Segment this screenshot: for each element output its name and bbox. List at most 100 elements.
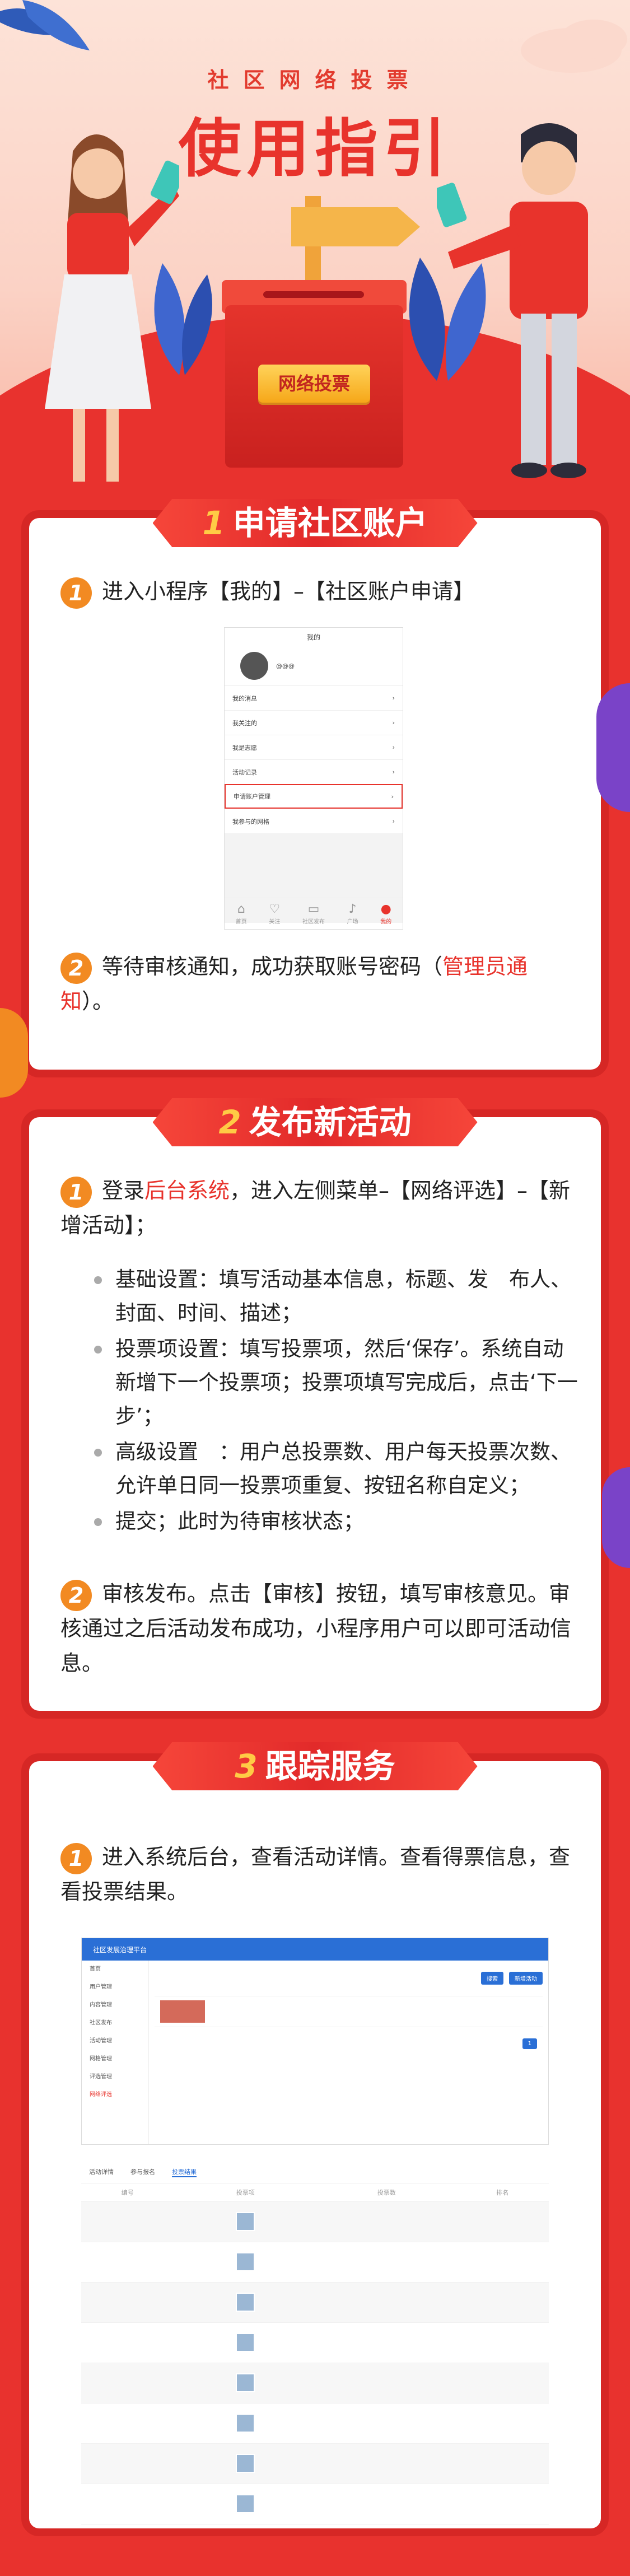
admin-sidebar: 首页 用户管理 内容管理 社区发布 活动管理 网格管理 评选管理 网络评选	[82, 1961, 149, 2144]
phone-title: 我的	[306, 633, 320, 641]
chevron-right-icon: ›	[392, 768, 395, 776]
sidebar-item[interactable]: 首页	[82, 1961, 148, 1978]
music-icon: ♪	[348, 902, 357, 916]
page-button[interactable]: 1	[522, 2038, 537, 2049]
vote-results-screenshot: 活动详情 参与报名 投票结果 编号 投票项 投票数 排名	[81, 2156, 549, 2559]
tab-results[interactable]: 投票结果	[172, 2167, 197, 2177]
table-row	[81, 2484, 549, 2524]
hero-banner: 社区网络投票 使用指引 网络投票	[0, 0, 630, 482]
step-1: 1 登录后台系统，进入左侧菜单–【网络评选】–【新增活动】；	[60, 1173, 576, 1243]
ballot-box-slot	[263, 291, 364, 298]
option-thumbnail	[236, 2454, 255, 2473]
results-table: 编号 投票项 投票数 排名	[81, 2183, 549, 2524]
hero-subtitle: 社区网络投票	[207, 67, 423, 92]
list-item: 投票项设置：填写投票项，然后‘保存’。系统自动新增下一个投票项；投票项填写完成后…	[91, 1332, 584, 1433]
heart-icon: ♡	[269, 902, 281, 916]
option-thumbnail	[236, 2293, 255, 2312]
profile-name: @@@	[276, 662, 295, 670]
setup-list: 基础设置：填写活动基本信息，标题、发 布人、封面、时间、描述； 投票项设置：填写…	[91, 1263, 584, 1541]
step-2: 2 等待审核通知，成功获取账号密码（管理员通知）。	[60, 949, 576, 1019]
table-row	[81, 2201, 549, 2242]
leaf-decoration-icon	[0, 0, 90, 50]
chevron-right-icon: ›	[392, 744, 395, 751]
tab-bar: ⌂ 首页 ♡ 关注 ▭ 社区发布 ♪ 广场 ● 我的	[225, 898, 403, 929]
chevron-right-icon: ›	[392, 818, 395, 825]
admin-toolbar: 搜索 新增活动	[155, 1966, 543, 1996]
table-row	[81, 2443, 549, 2484]
table-row	[81, 2242, 549, 2283]
chevron-right-icon: ›	[392, 694, 395, 702]
admin-screenshot: 社区发展治理平台 首页 用户管理 内容管理 社区发布 活动管理 网格管理 评选管…	[81, 1938, 549, 2145]
publish-icon: ▭	[307, 902, 320, 916]
step-text: 进入系统后台，查看活动详情。查看得票信息，查看投票结果。	[60, 1845, 571, 1904]
avatar	[240, 652, 268, 680]
tab-mine[interactable]: ● 我的	[380, 902, 391, 925]
side-decoration	[602, 1467, 630, 1568]
option-thumbnail	[236, 2212, 255, 2231]
option-thumbnail	[236, 2252, 255, 2271]
results-tabs: 活动详情 参与报名 投票结果	[81, 2156, 549, 2183]
sidebar-item[interactable]: 网格管理	[82, 2050, 148, 2068]
menu-item[interactable]: 我的消息 ›	[225, 685, 403, 710]
step-number: 2	[60, 952, 92, 984]
section-publish-activity: 2 发布新活动 1 登录后台系统，进入左侧菜单–【网络评选】–【新增活动】； 基础设…	[29, 1098, 601, 1711]
section-title: 3 跟踪服务	[152, 1742, 478, 1790]
sidebar-item[interactable]: 活动管理	[82, 2032, 148, 2050]
admin-topbar: 社区发展治理平台	[82, 1938, 548, 1961]
step-text: 等待审核通知，成功获取账号密码（	[102, 954, 443, 979]
tab-home[interactable]: ⌂ 首页	[236, 902, 247, 925]
list-item: 基础设置：填写活动基本信息，标题、发 布人、封面、时间、描述；	[91, 1263, 584, 1330]
tab-square[interactable]: ♪ 广场	[347, 902, 358, 925]
boy-illustration-icon	[437, 123, 588, 478]
menu-item[interactable]: 我是志愿 ›	[225, 735, 403, 759]
search-button[interactable]: 搜索	[481, 1972, 503, 1985]
tab-signup[interactable]: 参与报名	[130, 2167, 155, 2177]
pagination: 1	[155, 2027, 543, 2060]
section-title: 2 发布新活动	[152, 1098, 478, 1146]
menu-item[interactable]: 活动记录 ›	[225, 759, 403, 784]
step-number: 2	[60, 1579, 92, 1611]
option-thumbnail	[236, 2333, 255, 2352]
sidebar-item[interactable]: 内容管理	[82, 1996, 148, 2014]
table-header: 编号 投票项 投票数 排名	[81, 2183, 549, 2202]
activity-thumbnail	[160, 2000, 205, 2023]
step-number: 1	[60, 577, 92, 609]
menu-item[interactable]: 我参与的网格 ›	[225, 809, 403, 833]
step-1: 1 进入小程序【我的】–【社区账户申请】	[60, 574, 576, 609]
option-thumbnail	[236, 2373, 255, 2392]
menu-item-apply-account[interactable]: 申请账户管理 ›	[225, 784, 403, 809]
add-activity-button[interactable]: 新增活动	[509, 1972, 543, 1985]
list-item: 提交；此时为待审核状态；	[91, 1505, 584, 1538]
chevron-right-icon: ›	[391, 792, 394, 800]
table-row[interactable]	[155, 1996, 543, 2027]
table-row	[81, 2322, 549, 2363]
admin-main: 搜索 新增活动 1	[155, 1966, 543, 2144]
step-2: 2 审核发布。点击【审核】按钮，填写审核意见。审核通过之后活动发布成功，小程序用户…	[60, 1576, 576, 1681]
sidebar-item[interactable]: 用户管理	[82, 1978, 148, 1996]
girl-illustration-icon	[45, 134, 179, 482]
menu-item[interactable]: 我关注的 ›	[225, 710, 403, 735]
home-icon: ⌂	[237, 902, 245, 916]
sidebar-item-network-vote[interactable]: 网络评选	[82, 2086, 148, 2104]
side-decoration	[596, 683, 630, 812]
vote-badge: 网络投票	[258, 365, 370, 403]
tab-follow[interactable]: ♡ 关注	[269, 902, 280, 925]
table-row	[81, 2403, 549, 2444]
step-number: 1	[60, 1176, 92, 1208]
side-decoration	[0, 1008, 28, 1098]
sidebar-item[interactable]: 社区发布	[82, 2014, 148, 2032]
step-1: 1 进入系统后台，查看活动详情。查看得票信息，查看投票结果。	[60, 1840, 576, 1909]
option-thumbnail	[236, 2494, 255, 2513]
table-row	[81, 2282, 549, 2323]
step-text: 审核发布。点击【审核】按钮，填写审核意见。审核通过之后活动发布成功，小程序用户可…	[60, 1581, 572, 1676]
tab-detail[interactable]: 活动详情	[89, 2167, 114, 2177]
section-title: 1 申请社区账户	[152, 499, 478, 547]
backend-system-link[interactable]: 后台系统	[144, 1178, 230, 1203]
miniprogram-screenshot: 我的 @@@ 我的消息 › 我关注的 › 我是志愿 › 活动记录 › 申请账户管理 › 我…	[224, 627, 403, 930]
step-text: 进入小程序【我的】–【社区账户申请】	[102, 579, 475, 604]
step-number: 1	[60, 1842, 92, 1874]
tab-publish[interactable]: ▭ 社区发布	[302, 902, 325, 925]
chevron-right-icon: ›	[392, 719, 395, 726]
signpost-arrow	[291, 207, 420, 246]
sidebar-item[interactable]: 评选管理	[82, 2068, 148, 2086]
